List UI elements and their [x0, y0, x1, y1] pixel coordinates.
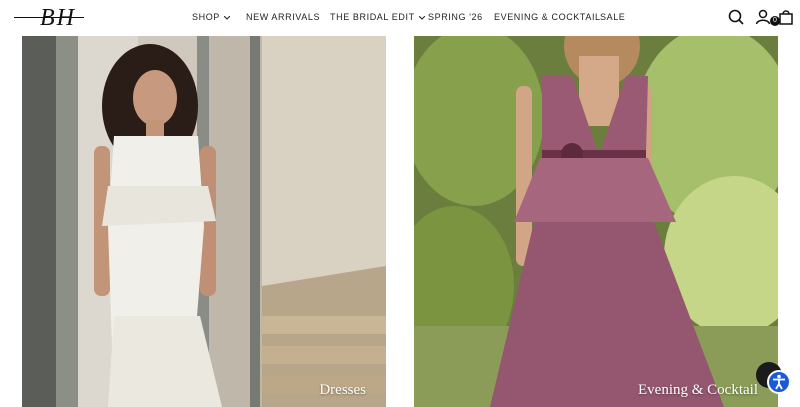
chevron-down-icon	[223, 15, 230, 20]
bag-icon[interactable]	[777, 8, 795, 26]
nav-item-label: THE BRIDAL EDIT	[330, 12, 415, 22]
tile-image-dresses	[22, 36, 386, 407]
accessibility-icon[interactable]	[767, 370, 791, 394]
nav-item-evening-cocktail[interactable]: EVENING & COCKTAIL	[494, 12, 601, 22]
nav-item-label: SHOP	[192, 12, 220, 22]
nav-item-bridal-edit[interactable]: THE BRIDAL EDIT	[330, 12, 425, 22]
site-header: BH SHOP NEW ARRIVALS THE BRIDAL EDIT SPR…	[0, 0, 800, 36]
user-icon[interactable]	[754, 8, 772, 26]
nav-item-label: SPRING '26	[428, 12, 483, 22]
nav-item-sale[interactable]: SALE	[600, 12, 625, 22]
chevron-down-icon	[418, 15, 425, 20]
nav-item-spring-26[interactable]: SPRING '26	[428, 12, 483, 22]
nav-item-label: SALE	[600, 12, 626, 22]
search-icon[interactable]	[727, 8, 745, 26]
collection-tile-evening-cocktail[interactable]: Evening & Cocktail	[414, 36, 778, 407]
nav-item-new-arrivals[interactable]: NEW ARRIVALS	[246, 12, 320, 22]
accessibility-figure-icon	[773, 374, 785, 390]
main-nav: SHOP NEW ARRIVALS THE BRIDAL EDIT SPRING…	[0, 0, 800, 36]
nav-item-label: EVENING & COCKTAIL	[494, 12, 601, 22]
nav-item-label: NEW ARRIVALS	[246, 12, 321, 22]
tile-label: Evening & Cocktail	[638, 382, 758, 398]
tile-label: Dresses	[319, 382, 366, 398]
tile-image-evening-cocktail	[414, 36, 778, 407]
cart-count-badge: 0	[770, 16, 780, 26]
nav-item-shop[interactable]: SHOP	[192, 12, 230, 22]
collection-tile-dresses[interactable]: Dresses	[22, 36, 386, 407]
